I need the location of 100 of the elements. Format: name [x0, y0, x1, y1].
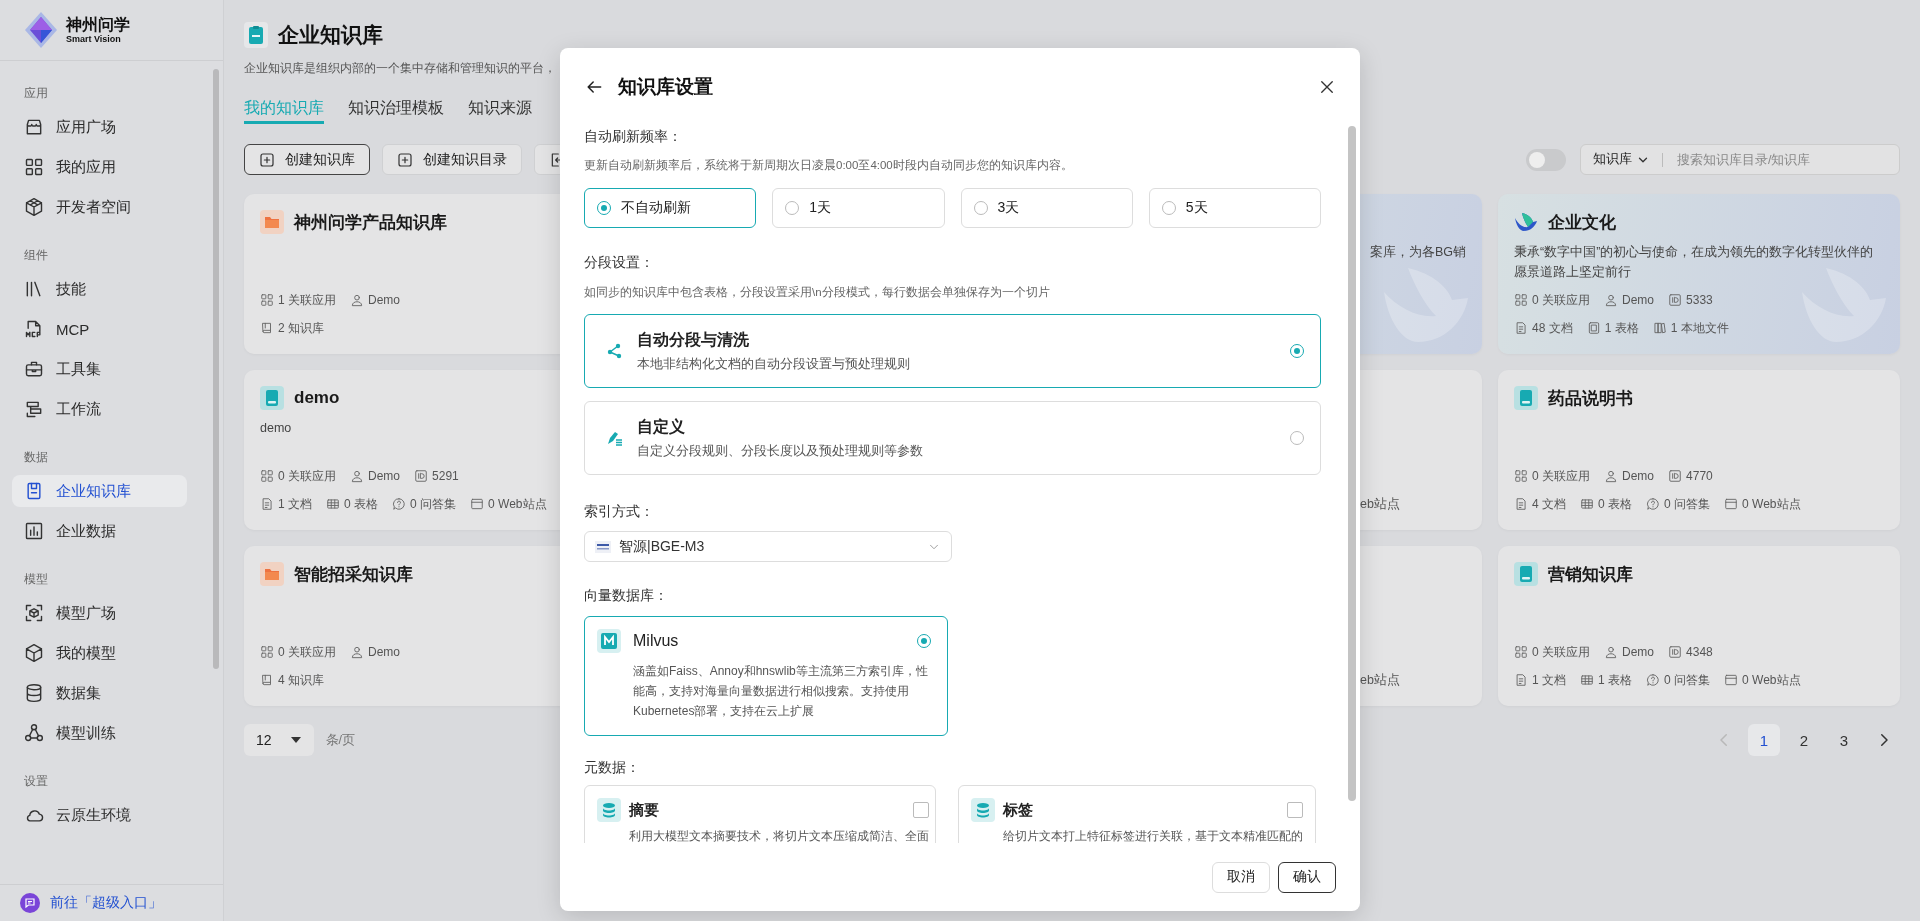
scope-dropdown[interactable]: 知识库 — [1593, 151, 1650, 168]
card-stat: Demo — [1622, 293, 1655, 307]
confirm-button[interactable]: 确认 — [1278, 861, 1336, 893]
grid-icon — [260, 469, 274, 483]
checkbox[interactable] — [913, 802, 929, 818]
checkbox[interactable] — [1287, 802, 1303, 818]
nav-item[interactable]: MCP — [12, 313, 187, 345]
card-stat: Demo — [1622, 645, 1655, 659]
table-icon — [326, 497, 340, 511]
card-stat: 0 关联应用 — [1532, 643, 1590, 661]
mcp-document-icon — [24, 319, 44, 339]
scrollbar-thumb[interactable] — [1348, 126, 1356, 801]
chat-badge-icon — [20, 893, 40, 913]
refresh-option[interactable]: 不自动刷新 — [584, 188, 757, 228]
nav-item[interactable]: 工具集 — [12, 353, 187, 385]
nodes-icon — [607, 343, 623, 359]
section-label: 自动刷新频率： — [584, 128, 683, 146]
index-select[interactable]: 智源|BGE-M3 — [584, 531, 952, 562]
card-stat: Demo — [368, 469, 401, 483]
card-title: 营销知识库 — [1548, 563, 1633, 586]
card-stat: 0 关联应用 — [1532, 467, 1590, 485]
knowledge-card[interactable]: 药品说明书 0 关联应用 Demo 4770 4 文档 0 表格 0 问答集 0 Web站点 — [1498, 370, 1900, 530]
segmentation-option[interactable]: 自动分段与清洗 本地非结构化文档的自动分段设置与预处理规则 — [584, 314, 1321, 388]
refresh-option[interactable]: 3天 — [960, 188, 1133, 228]
card-title: 企业文化 — [1548, 211, 1616, 234]
segmentation-option[interactable]: 自定义 自定义分段规则、分段长度以及预处理规则等参数 — [584, 401, 1321, 475]
folder-icon — [260, 210, 284, 234]
option-description: 给切片文本打上特征标签进行关联，基于文本精准匹配的 — [1003, 828, 1303, 843]
search-field[interactable]: 知识库 搜索知识库目录/知识库 — [1580, 144, 1900, 175]
grid-icon — [24, 157, 44, 177]
document-icon — [1514, 497, 1528, 511]
card-stat: 0 关联应用 — [278, 643, 336, 661]
id-card-icon — [1668, 645, 1683, 659]
nav-item[interactable]: 我的应用 — [12, 151, 187, 183]
card-stat: 0 Web站点 — [1742, 671, 1801, 689]
model-logo-icon — [595, 540, 611, 553]
card-description: 秉承“数字中国”的初心与使命，在成为领先的数字化转型伙伴的愿景道路上坚定前行 — [1514, 244, 1875, 281]
document-icon — [24, 481, 44, 501]
card-stat: eb站点 — [1359, 496, 1401, 513]
refresh-option[interactable]: 1天 — [772, 188, 945, 228]
vector-db-option[interactable]: Milvus 涵盖如Faiss、Annoy和hnswlib等主流第三方索引库，性能高，支持对海量向量数据进行相似搜索。支持使用Kubernetes部署，支持在云上扩展 — [584, 616, 948, 736]
page-button[interactable]: 1 — [1748, 724, 1780, 756]
nav-item[interactable]: 模型训练 — [12, 717, 187, 749]
nav-item[interactable]: 开发者空间 — [12, 191, 187, 223]
nav-item[interactable]: 工作流 — [12, 393, 187, 425]
tab[interactable]: 知识来源 — [468, 94, 532, 124]
folder-icon — [260, 562, 284, 586]
files-icon — [1652, 321, 1667, 335]
book-icon — [1514, 386, 1538, 410]
cancel-button[interactable]: 取消 — [1212, 861, 1270, 893]
nav-section-label: 数据 — [23, 449, 49, 466]
close-button[interactable] — [1318, 78, 1336, 96]
nav-item[interactable]: 数据集 — [12, 677, 187, 709]
user-icon — [350, 645, 364, 659]
page-button[interactable]: 3 — [1828, 724, 1860, 756]
metadata-option[interactable]: 摘要 利用大模型文本摘要技术，将切片文本压缩成简洁、全面 — [584, 785, 936, 843]
storefront-icon — [24, 117, 44, 137]
diamond-logo-icon — [24, 11, 58, 49]
create-button[interactable]: 创建知识库 — [244, 144, 370, 175]
nav-item[interactable]: 企业数据 — [12, 515, 187, 547]
card-stat: 0 表格 — [344, 495, 379, 513]
brand-tagline: Smart Vision — [66, 34, 122, 44]
user-icon — [1604, 645, 1618, 659]
database-icon — [24, 683, 44, 703]
nav-item[interactable]: 我的模型 — [12, 637, 187, 669]
card-stat: 0 问答集 — [1664, 495, 1711, 513]
option-label: 3天 — [997, 199, 1020, 217]
card-stat: 48 文档 — [1532, 319, 1573, 337]
option-title: 摘要 — [629, 800, 659, 820]
scrollbar-thumb[interactable] — [213, 69, 219, 669]
nav-item[interactable]: 企业知识库 — [12, 475, 187, 507]
toggle-switch[interactable] — [1526, 148, 1566, 171]
toolbox-icon — [24, 359, 44, 379]
card-description: demo — [260, 420, 293, 437]
sheet-icon — [1586, 321, 1601, 335]
scan-cube-icon — [24, 603, 44, 623]
tab[interactable]: 知识治理模板 — [348, 94, 444, 124]
card-title: 药品说明书 — [1548, 387, 1633, 410]
knowledge-card[interactable]: 企业文化 秉承“数字中国”的初心与使命，在成为领先的数字化转型伙伴的愿景道路上坚定前行 0 关联应用 Demo 5333 48 文档 1 表格 1 本地文件 — [1498, 194, 1900, 354]
page-button[interactable]: 2 — [1788, 724, 1820, 756]
question-bubble-icon — [1646, 497, 1661, 511]
knowledge-card[interactable]: 营销知识库 0 关联应用 Demo 4348 1 文档 1 表格 0 问答集 0 Web站点 — [1498, 546, 1900, 706]
nav-item[interactable]: 技能 — [12, 273, 187, 305]
section-label: 元数据： — [584, 759, 641, 777]
grid-icon — [260, 293, 274, 307]
card-stat: 0 Web站点 — [488, 495, 547, 513]
card-stat: eb站点 — [1359, 672, 1401, 689]
nav-section-label: 组件 — [23, 247, 49, 264]
nav-item[interactable]: 应用广场 — [12, 111, 187, 143]
book-icon — [260, 321, 274, 335]
plus-square-icon — [259, 151, 275, 168]
document-icon — [244, 22, 268, 48]
create-button[interactable]: 创建知识目录 — [382, 144, 522, 175]
super-entry-link[interactable]: 前往「超级入口」 — [50, 894, 162, 912]
page-size-select[interactable]: 12 — [244, 724, 314, 756]
nav-item[interactable]: 模型广场 — [12, 597, 187, 629]
nav-item[interactable]: 云原生环境 — [12, 799, 187, 831]
card-stat: 0 关联应用 — [278, 467, 336, 485]
refresh-option[interactable]: 5天 — [1148, 188, 1321, 228]
book-icon — [1514, 562, 1538, 586]
